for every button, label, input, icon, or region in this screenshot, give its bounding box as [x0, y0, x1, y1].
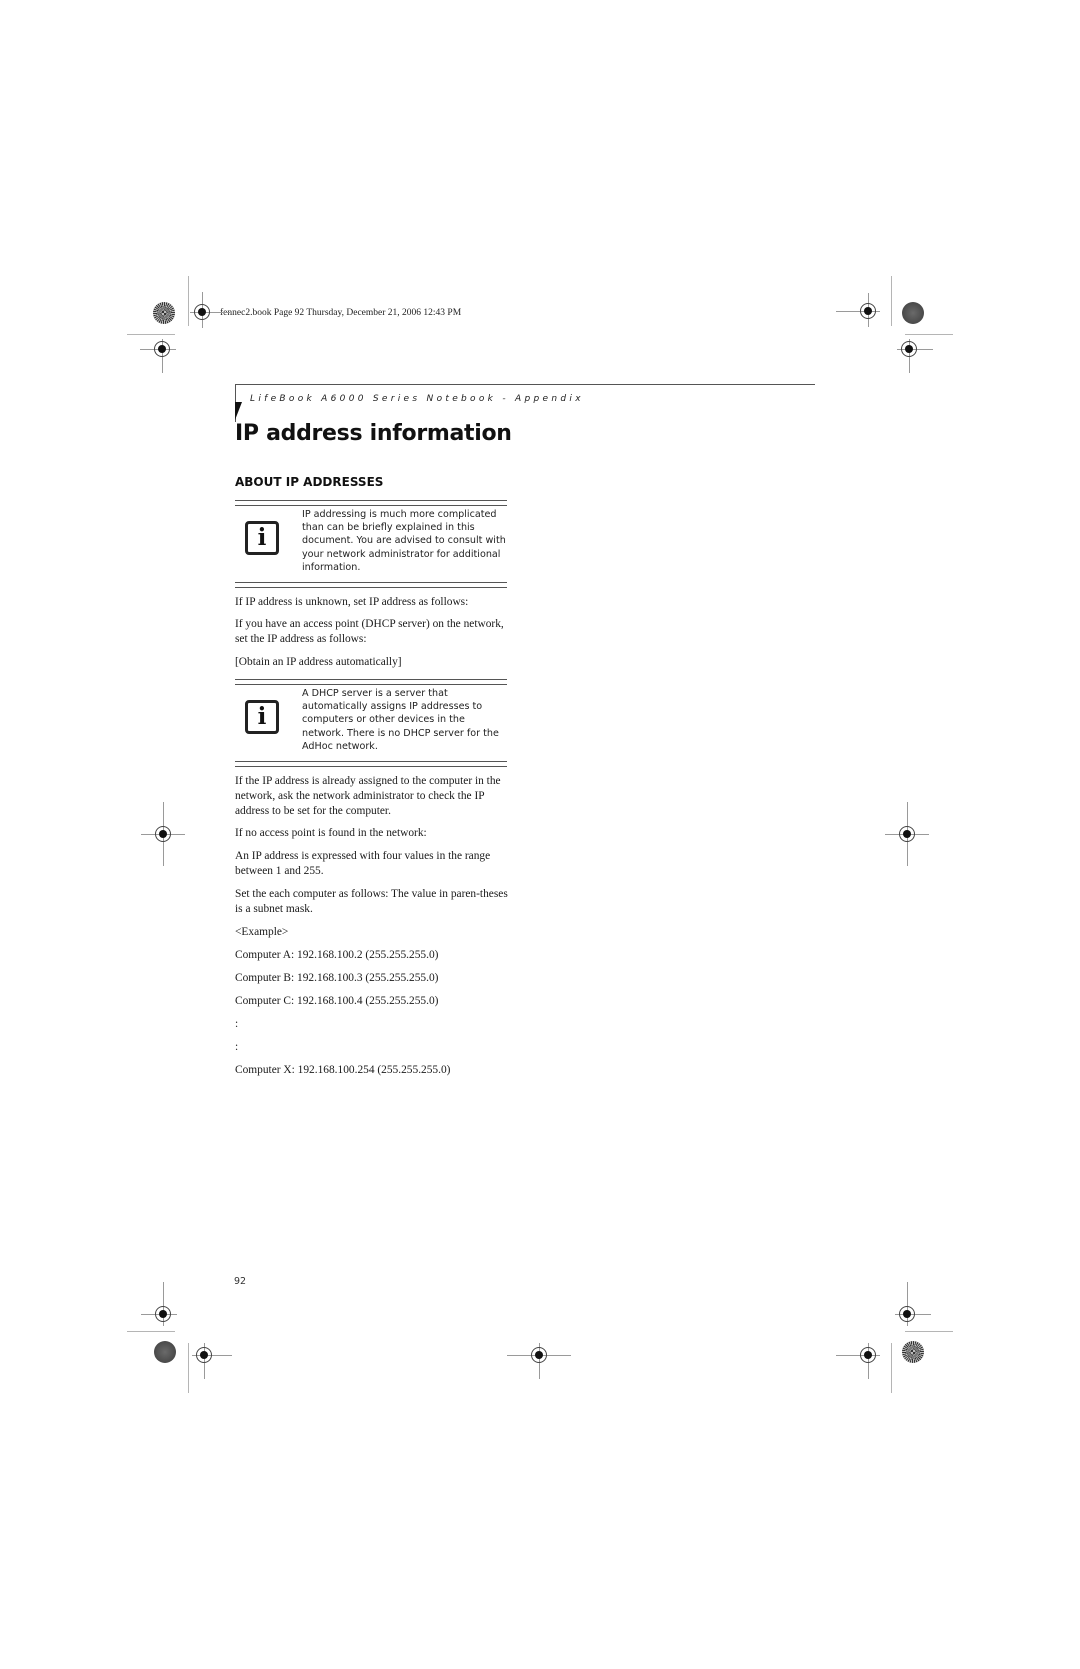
body-paragraph: If no access point is found in the netwo… [235, 827, 427, 839]
crop-mark [905, 1331, 953, 1332]
note-text: A DHCP server is a server that automatic… [302, 688, 499, 752]
example-line: Computer C: 192.168.100.4 (255.255.255.0… [235, 995, 439, 1007]
body-paragraph: If you have an access point (DHCP server… [235, 618, 504, 645]
body-paragraph: [Obtain an IP address automatically] [235, 656, 402, 668]
header-triangle-icon [235, 402, 242, 420]
color-bar-star-icon [153, 302, 175, 324]
note-text: IP addressing is much more complicated t… [302, 509, 506, 573]
info-icon: i [245, 521, 279, 555]
page-number: 92 [234, 1276, 247, 1287]
body-paragraph: If IP address is unknown, set IP address… [235, 596, 469, 608]
crop-mark [891, 1343, 892, 1393]
crop-mark [905, 334, 953, 335]
color-bar-star-icon [902, 1341, 924, 1363]
example-line: Computer A: 192.168.100.2 (255.255.255.0… [235, 949, 439, 961]
note-top-rule [235, 679, 507, 685]
note-bottom-rule [235, 761, 507, 767]
crop-mark [127, 1331, 175, 1332]
info-note: i A DHCP server is a server that automat… [235, 679, 507, 769]
example-ellipsis: : [235, 1018, 239, 1030]
running-header: LifeBook A6000 Series Notebook - Appendi… [250, 394, 584, 404]
body-paragraph: Set the each computer as follows: The va… [235, 888, 508, 915]
crop-mark [127, 334, 175, 335]
info-icon: i [245, 700, 279, 734]
info-note: i IP addressing is much more complicated… [235, 500, 507, 590]
example-label: <Example> [235, 926, 289, 938]
color-bar-solid-icon [154, 1341, 176, 1363]
color-bar-solid-icon [902, 302, 924, 324]
body-paragraph: If the IP address is already assigned to… [235, 775, 501, 817]
crop-mark [188, 276, 189, 326]
print-slug: fennec2.book Page 92 Thursday, December … [220, 308, 462, 318]
example-line: Computer X: 192.168.100.254 (255.255.255… [235, 1064, 451, 1076]
body-paragraph: An IP address is expressed with four val… [235, 850, 491, 877]
note-top-rule [235, 500, 507, 506]
section-heading: ABOUT IP ADDRESSES [235, 475, 384, 489]
note-bottom-rule [235, 582, 507, 588]
crop-mark [188, 1343, 189, 1393]
page-title: IP address information [235, 421, 512, 446]
header-rule [235, 384, 815, 385]
crop-mark [891, 276, 892, 326]
example-line: Computer B: 192.168.100.3 (255.255.255.0… [235, 972, 439, 984]
example-ellipsis: : [235, 1041, 239, 1053]
